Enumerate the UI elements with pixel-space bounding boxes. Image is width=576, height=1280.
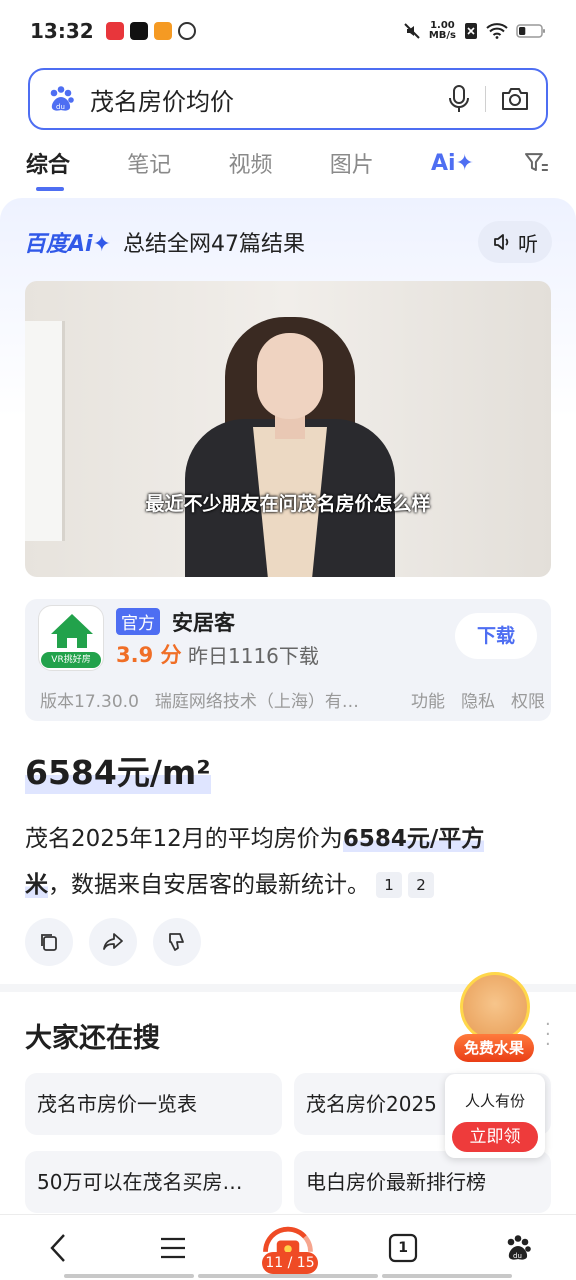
share-icon: [103, 933, 123, 950]
mascot-dog-icon: [460, 972, 530, 1042]
search-input[interactable]: 茂名房价均价: [90, 82, 447, 117]
more-options-icon[interactable]: · · ·: [545, 1016, 551, 1054]
back-arrow-icon: [49, 1233, 65, 1262]
news-app-icon: [105, 22, 124, 40]
related-search-item[interactable]: 茂名市房价一览表: [25, 1073, 282, 1135]
camera-icon[interactable]: [500, 85, 530, 113]
baidu-logo-icon: du: [50, 86, 74, 111]
tab-images[interactable]: 图片: [330, 147, 431, 179]
sim-icon: [465, 23, 477, 39]
microphone-icon[interactable]: [447, 84, 471, 114]
notification-icons: [105, 22, 196, 40]
share-button[interactable]: [89, 918, 137, 966]
status-bar: 13:32 1.00 MB/s: [0, 0, 576, 62]
task-progress-counter: 11 / 15: [262, 1252, 318, 1274]
claim-text: 人人有份: [464, 1092, 525, 1110]
app-permissions-link[interactable]: 权限: [511, 687, 545, 712]
gesture-bar: [198, 1274, 378, 1278]
gesture-bar: [64, 1274, 194, 1278]
menu-icon: [160, 1237, 185, 1258]
app-developer: 瑞庭网络技术（上海）有…: [154, 692, 359, 712]
svg-text:du: du: [56, 103, 65, 111]
listen-button[interactable]: 听: [478, 221, 552, 263]
gesture-bar: [382, 1274, 512, 1278]
video-subtitle: 最近不少朋友在问茂名房价怎么样: [145, 493, 431, 515]
average-price-headline: 6584元/m²: [25, 746, 211, 794]
answer-text: 茂名2025年12月的平均房价为6584元/平方米，数据来自安居客的最新统计。 1…: [25, 826, 485, 898]
status-indicators: 1.00 MB/s: [403, 21, 546, 41]
search-box[interactable]: du 茂名房价均价: [28, 68, 548, 130]
tabs-button[interactable]: 1: [373, 1223, 433, 1273]
app-name: 安居客: [172, 611, 235, 635]
related-search-item[interactable]: 电白房价最新排行榜: [294, 1151, 551, 1213]
filter-icon[interactable]: [524, 151, 550, 175]
ai-summary-card: 百度Ai✦ 总结全网47篇结果 听 最近不少朋友在问茂名房价怎么样 VR挑好房 …: [0, 198, 576, 984]
copy-button[interactable]: [25, 918, 73, 966]
back-button[interactable]: [28, 1223, 88, 1273]
app-features-link[interactable]: 功能: [411, 687, 445, 712]
ai-video-player[interactable]: 最近不少朋友在问茂名房价怎么样: [25, 281, 551, 577]
app-version: 版本17.30.0: [40, 692, 139, 712]
app-meta: 版本17.30.0 瑞庭网络技术（上海）有… 功能 隐私 权限: [40, 687, 545, 712]
app-icon-tag: VR挑好房: [41, 652, 101, 668]
tiktok-app-icon: [129, 22, 148, 40]
menu-button[interactable]: [143, 1223, 203, 1273]
related-searches-title: 大家还在搜: [25, 1023, 160, 1054]
claim-now-button[interactable]: 立即领: [452, 1122, 538, 1152]
official-badge: 官方: [116, 608, 160, 635]
claim-popup: 人人有份 立即领: [445, 1074, 545, 1158]
speaker-icon: [494, 234, 509, 250]
baidu-home-button[interactable]: du: [488, 1223, 548, 1273]
baidu-paw-icon: du: [508, 1234, 532, 1260]
ai-header: 百度Ai✦ 总结全网47篇结果 听: [24, 220, 552, 264]
tab-videos[interactable]: 视频: [228, 147, 329, 179]
ai-brand-logo: 百度Ai✦: [24, 232, 112, 257]
thumbs-down-icon: [169, 933, 184, 951]
video-app-icon: [153, 22, 172, 40]
app-meta-links: 功能 隐私 权限: [411, 687, 545, 712]
link-app-icon: [177, 22, 196, 40]
mute-icon: [404, 23, 420, 39]
app-download-card[interactable]: VR挑好房 官方 安居客 3.9 分 昨日1116下载 下载 版本17.30.0…: [25, 599, 551, 721]
free-fruit-label: 免费水果: [454, 1034, 534, 1062]
status-time: 13:32: [30, 19, 94, 43]
video-presenter-face: [257, 333, 323, 419]
related-search-item[interactable]: 50万可以在茂名买房…: [25, 1151, 282, 1213]
free-fruit-widget[interactable]: 免费水果: [452, 972, 538, 1064]
app-rating: 3.9 分: [116, 643, 182, 667]
tabs-count: 1: [398, 1239, 409, 1256]
app-downloads: 昨日1116下载: [188, 644, 319, 668]
tab-notes[interactable]: 笔记: [127, 147, 228, 179]
tab-ai[interactable]: Ai✦: [431, 151, 524, 176]
network-speed: 1.00 MB/s: [428, 20, 456, 41]
search-divider: [485, 86, 486, 112]
answer-actions: [25, 918, 201, 966]
reference-2[interactable]: 2: [408, 872, 434, 898]
tab-comprehensive[interactable]: 综合: [26, 147, 127, 191]
app-privacy-link[interactable]: 隐私: [461, 687, 495, 712]
wifi-icon: [486, 23, 508, 39]
reference-1[interactable]: 1: [376, 872, 402, 898]
battery-icon: [516, 24, 545, 38]
listen-label: 听: [518, 231, 538, 256]
copy-icon: [41, 934, 57, 951]
svg-text:du: du: [513, 1252, 522, 1260]
dislike-button[interactable]: [153, 918, 201, 966]
download-button[interactable]: 下载: [455, 613, 537, 659]
anjuke-app-icon: VR挑好房: [38, 605, 104, 671]
ai-summary-title: 总结全网47篇结果: [123, 232, 306, 257]
search-tabs: 综合 笔记 视频 图片 Ai✦: [0, 138, 576, 191]
